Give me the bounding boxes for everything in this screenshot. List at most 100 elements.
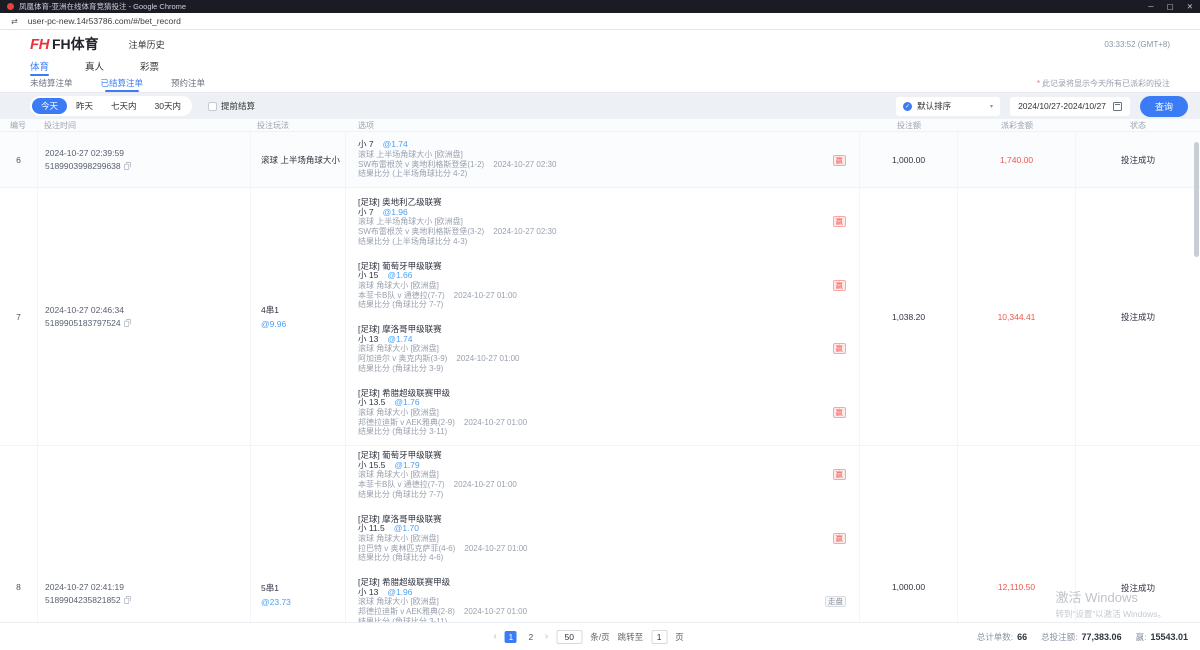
bet-match-time: 2024-10-27 01:00 [454,291,517,300]
browser-window: 凤凰体育-亚洲在线体育竞猜投注 - Google Chrome ─▢✕ ⇄ us… [0,0,1200,650]
total-item-1: 总投注额:77,383.06 [1041,631,1121,643]
close-button[interactable]: ✕ [1187,2,1193,11]
bet-id: 5189905183797524 [45,318,121,328]
date-range-value: 2024/10/27-2024/10/27 [1018,101,1106,111]
bet-result: 结果比分 (上半场角球比分 4-2) [358,169,849,179]
bet-status: 投注成功 [1076,446,1200,622]
bet-match-teams: 拉巴特 v 奥林匹克萨菲(4-6) [358,544,455,553]
bet-pick: 小 15 [358,271,378,281]
bet-match-teams: 本菲卡B队 v 通德拉(7-7) [358,480,445,489]
page-button-2[interactable]: 2 [525,631,537,643]
bet-result: 结果比分 (上半场角球比分 4-3) [358,237,849,247]
bet-match-time: 2024-10-27 02:30 [493,160,556,169]
bet-play-type: 滚球 上半场角球大小 [261,154,345,166]
copy-icon[interactable] [124,596,131,604]
date-range-pills: 今天昨天七天内30天内 [30,96,192,116]
bet-match-time: 2024-10-27 01:00 [454,480,517,489]
bet-result-badge: 走盘 [825,596,846,607]
bet-entry: [足球] 摩洛哥甲级联赛小 11.5@1.70滚球 角球大小 [欧洲盘]拉巴特 … [358,515,849,564]
total-value: 15543.01 [1150,632,1188,642]
bet-stake: 1,038.20 [860,188,958,445]
primary-tab-1[interactable]: 真人 [85,57,104,75]
bet-row-number: 8 [0,446,38,622]
query-button[interactable]: 查询 [1140,96,1188,117]
copy-icon[interactable] [124,162,131,170]
table-header-row: 编号投注时间投注玩法选项投注额派彩金额状态 [0,119,1200,132]
bet-options-cell: [足球] 奥地利乙级联赛小 7@1.96滚球 上半场角球大小 [欧洲盘]SW布雷… [346,188,860,445]
bet-id-line: 5189903998299638 [45,161,250,171]
bet-pick-line: 小 13@1.74 [358,335,849,345]
scrollbar-thumb[interactable] [1194,142,1199,257]
sort-select[interactable]: ✓ 默认排序 ▾ [896,97,1000,116]
sort-selected-value: 默认排序 [917,100,985,112]
early-settle-checkbox-wrap[interactable]: 提前结算 [208,100,255,112]
bet-pick: 小 13.5 [358,398,385,408]
per-page-input[interactable] [556,630,582,644]
bet-pick: 小 7 [358,208,374,218]
bet-entry: [足球] 葡萄牙甲级联赛小 15@1.66滚球 角球大小 [欧洲盘]本菲卡B队 … [358,262,849,311]
bet-result-badge: 赢 [833,280,847,291]
bet-match-teams: 邦德拉迪斯 v AEK雅典(2-8) [358,607,455,616]
bet-league: [足球] 摩洛哥甲级联赛 [358,325,849,335]
date-range-picker[interactable]: 2024/10/27-2024/10/27 [1010,97,1130,116]
primary-tab-2[interactable]: 彩票 [140,57,159,75]
bet-time-cell: 2024-10-27 02:39:59 5189903998299638 [38,132,251,187]
bet-row-number: 7 [0,188,38,445]
bet-timestamp: 2024-10-27 02:46:34 [45,305,250,315]
url-bar[interactable]: ⇄ user-pc-new.14r53786.com/#/bet_record [0,13,1200,30]
total-label: 总投注额: [1041,631,1077,643]
bet-stake: 1,000.00 [860,446,958,622]
bet-pick-line: 小 7@1.96 [358,208,849,218]
bet-odds: @1.79 [394,461,419,471]
bet-result: 结果比分 (角球比分 3-11) [358,427,849,437]
range-pill-0[interactable]: 今天 [32,98,67,114]
column-header-6: 状态 [1076,120,1200,131]
page-nav-icon[interactable]: ⇄ [11,17,18,26]
bet-result-badge: 赢 [833,343,847,354]
next-page-button[interactable]: › [545,631,548,642]
column-header-0: 编号 [0,120,38,131]
app-header: FH FH体育 注单历史 03:33:52 (GMT+8) [0,30,1200,58]
bet-league: [足球] 希腊超级联赛甲级 [358,578,849,588]
copy-icon[interactable] [124,319,131,327]
column-header-2: 投注玩法 [251,120,346,131]
bet-time-cell: 2024-10-27 02:46:34 5189905183797524 [38,188,251,445]
bet-timestamp: 2024-10-27 02:39:59 [45,148,250,158]
sub-tab-2[interactable]: 预约注单 [171,74,205,92]
sub-tabs: 未结算注单 已结算注单 预约注单 [30,74,205,92]
bet-play-odds: @23.73 [261,597,345,607]
bet-status: 投注成功 [1076,188,1200,445]
prev-page-button[interactable]: ‹ [494,631,497,642]
range-pill-2[interactable]: 七天内 [102,98,146,114]
site-favicon [7,3,14,10]
bet-result: 结果比分 (角球比分 7-7) [358,490,849,500]
primary-tabs: 体育 真人 彩票 [30,58,1170,74]
range-pill-1[interactable]: 昨天 [67,98,102,114]
note-asterisk: * [1037,79,1040,88]
bet-entry: [足球] 奥地利乙级联赛小 7@1.96滚球 上半场角球大小 [欧洲盘]SW布雷… [358,198,849,247]
bet-market: 滚球 角球大小 [欧洲盘] [358,597,849,607]
bet-market: 滚球 角球大小 [欧洲盘] [358,281,849,291]
bet-pick-line: 小 7@1.74 [358,140,849,150]
minimize-button[interactable]: ─ [1148,2,1153,11]
bet-odds: @1.74 [387,335,412,345]
range-pill-3[interactable]: 30天内 [146,98,190,114]
bet-match-time: 2024-10-27 01:00 [464,607,527,616]
page-button-1[interactable]: 1 [505,631,517,643]
early-settle-checkbox[interactable] [208,102,217,111]
column-header-1: 投注时间 [38,120,251,131]
table-row: 82024-10-27 02:41:1951899042358218525串1@… [0,446,1200,622]
jump-page-input[interactable] [651,630,667,644]
site-logo[interactable]: FH FH体育 [30,34,99,54]
sub-tab-1[interactable]: 已结算注单 [101,74,144,92]
maximize-button[interactable]: ▢ [1167,2,1174,11]
primary-tab-0[interactable]: 体育 [30,57,49,75]
bet-status: 投注成功 [1076,132,1200,187]
sub-tab-0[interactable]: 未结算注单 [30,74,73,92]
bet-result-badge: 赢 [833,216,847,227]
total-item-2: 赢:15543.01 [1136,631,1188,643]
calendar-icon [1113,102,1122,111]
bet-pick: 小 7 [358,140,374,150]
column-header-4: 投注额 [860,120,958,131]
record-note: *此记录将显示今天所有已派彩的投注 [1037,78,1170,89]
